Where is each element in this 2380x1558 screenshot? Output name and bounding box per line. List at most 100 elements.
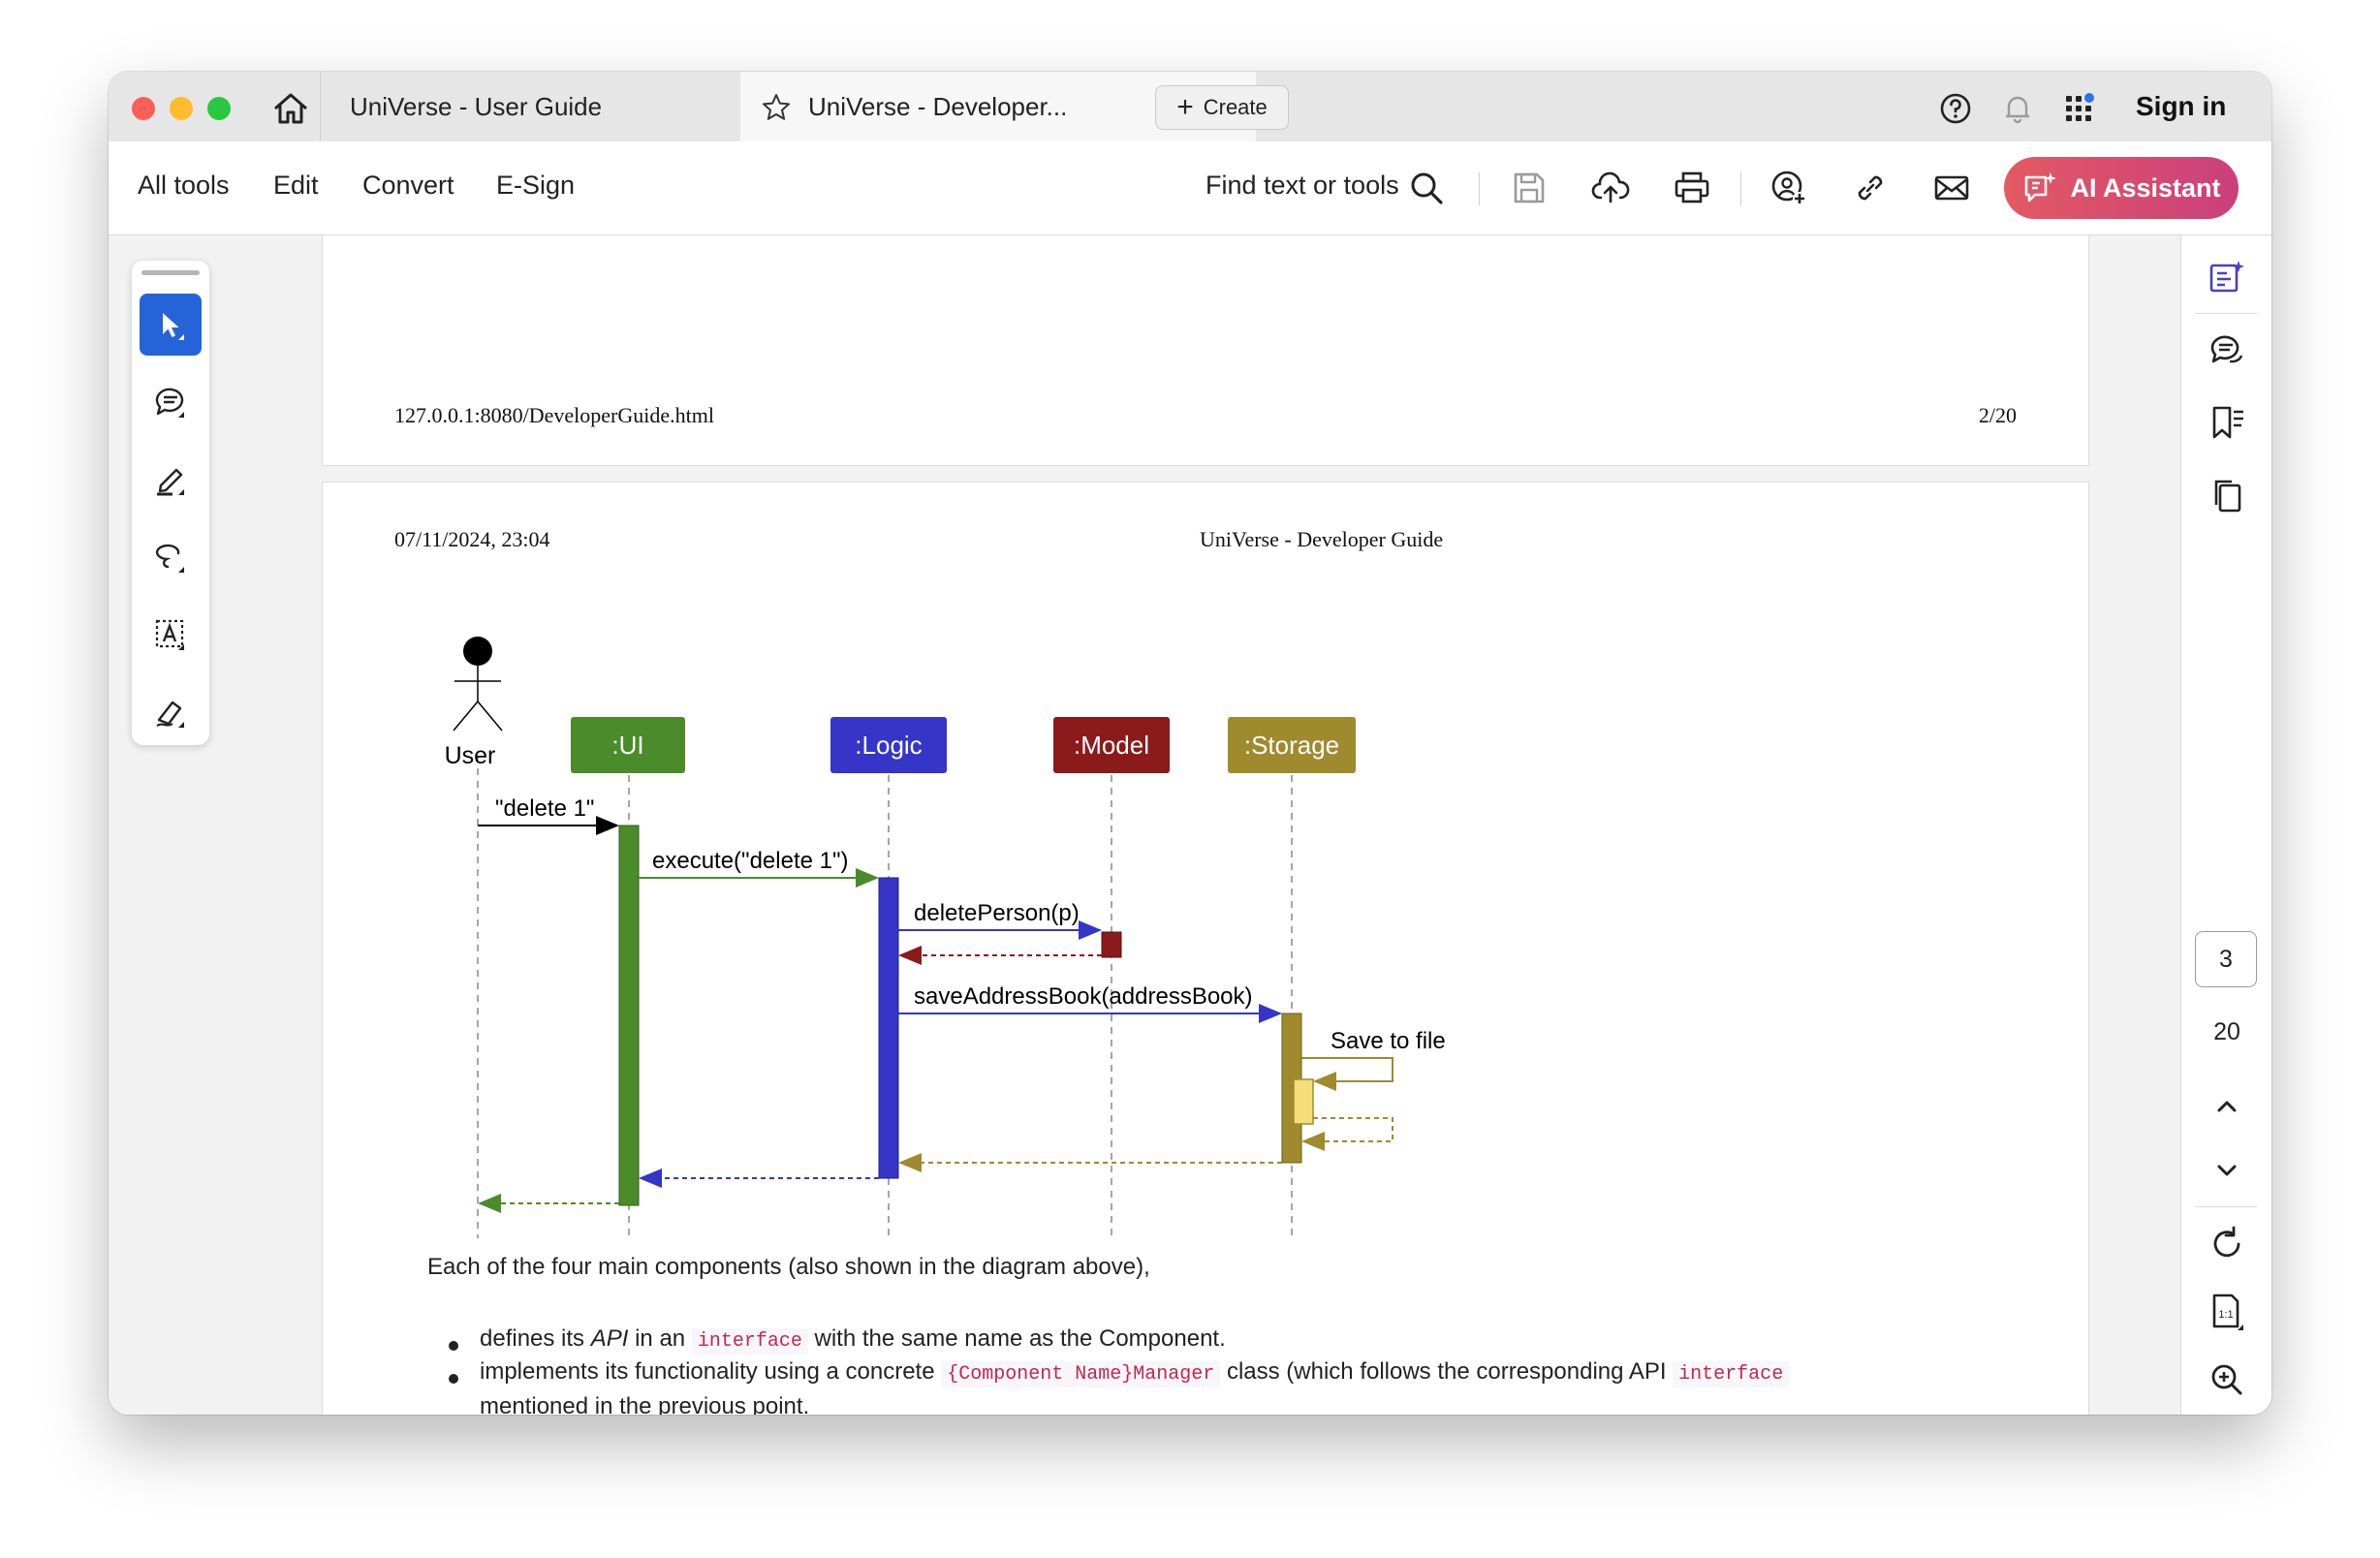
self-message-arrow (1301, 1057, 1394, 1091)
menu-convert[interactable]: Convert (362, 171, 454, 201)
rail-divider (2195, 1206, 2257, 1207)
activation-ui (618, 825, 640, 1206)
minimize-window-button[interactable] (170, 97, 193, 120)
sign-tool[interactable] (140, 681, 202, 743)
fit-page-icon[interactable]: 1:1 (2207, 1292, 2247, 1332)
home-icon[interactable] (271, 91, 310, 126)
participant-storage-label: :Storage (1244, 731, 1339, 760)
toolbar-divider (1740, 172, 1741, 205)
activation-logic (878, 877, 899, 1179)
close-window-button[interactable] (132, 97, 155, 120)
message-label: Save to file (1331, 1028, 1446, 1054)
ai-assistant-label: AI Assistant (2070, 172, 2221, 203)
sign-in-button[interactable]: Sign in (2136, 91, 2226, 122)
text-box-icon (155, 619, 184, 650)
find-text-or-tools[interactable]: Find text or tools (1206, 171, 1399, 201)
create-button[interactable]: + Create (1155, 85, 1289, 130)
bullet-dot (449, 1341, 458, 1351)
activation-storage-nested (1293, 1078, 1314, 1125)
share-user-icon[interactable] (1769, 169, 1808, 207)
message-label: "delete 1" (495, 795, 594, 822)
ai-summary-icon[interactable] (2207, 257, 2247, 297)
create-label: Create (1203, 95, 1268, 119)
inline-code: interface (1673, 1361, 1790, 1387)
apps-grid-icon[interactable] (2062, 91, 2097, 126)
menu-e-sign[interactable]: E-Sign (496, 171, 575, 201)
toolbar: All tools Edit Convert E-Sign Find text … (109, 141, 2271, 235)
zoom-in-icon[interactable] (2207, 1359, 2247, 1400)
toolbar-divider (1479, 172, 1480, 205)
text-run: defines its (480, 1325, 591, 1352)
bell-icon[interactable] (2000, 91, 2035, 126)
quick-tools-panel (132, 261, 209, 745)
plus-icon: + (1176, 91, 1194, 123)
print-icon[interactable] (1673, 169, 1711, 207)
participant-ui-label: :UI (611, 731, 643, 760)
drag-handle[interactable] (141, 270, 200, 275)
current-page-input[interactable]: 3 (2195, 931, 2257, 987)
text-run: in an (628, 1325, 692, 1352)
save-icon[interactable] (1510, 169, 1549, 207)
link-icon[interactable] (1851, 169, 1890, 207)
search-icon[interactable] (1407, 169, 1446, 207)
tab-label: UniVerse - Developer... (808, 91, 1068, 121)
message-label: saveAddressBook(addressBook) (914, 983, 1253, 1010)
select-tool[interactable] (140, 294, 202, 356)
highlight-tool[interactable] (140, 449, 202, 511)
document-viewer[interactable]: 127.0.0.1:8080/DeveloperGuide.html 2/20 … (109, 235, 2180, 1415)
comments-icon[interactable] (2207, 330, 2247, 371)
chevron-up-icon[interactable] (2207, 1086, 2247, 1127)
text-run: with the same name as the Component. (814, 1325, 1226, 1352)
lasso-tool[interactable] (140, 526, 202, 588)
bullet-dot (449, 1374, 458, 1384)
svg-text:1:1: 1:1 (2218, 1309, 2233, 1321)
rotate-icon[interactable] (2207, 1224, 2247, 1264)
activation-model (1101, 931, 1122, 958)
title-bar: UniVerse - User Guide UniVerse - Develop… (109, 72, 2271, 141)
inline-code: {Component Name}Manager (941, 1361, 1221, 1387)
text-run: class (which follows the corresponding A… (1226, 1358, 1674, 1385)
menu-edit[interactable]: Edit (273, 171, 319, 201)
api-term: API (590, 1325, 629, 1352)
comment-tool[interactable] (140, 371, 202, 433)
inline-code: interface (691, 1328, 808, 1355)
pen-highlight-icon (157, 468, 184, 496)
text-box-tool[interactable] (140, 604, 202, 666)
app-window: UniVerse - User Guide UniVerse - Develop… (109, 72, 2271, 1415)
participant-model-label: :Model (1074, 731, 1149, 760)
upload-cloud-icon[interactable] (1591, 169, 1630, 207)
rail-divider (2195, 313, 2257, 314)
star-icon[interactable] (762, 93, 791, 122)
bullet-item: implements its functionality using a con… (480, 1358, 1790, 1387)
page-footer-number: 2/20 (1978, 403, 2017, 427)
message-label: deletePerson(p) (914, 900, 1080, 926)
help-icon[interactable] (1938, 91, 1973, 126)
mail-icon[interactable] (1932, 169, 1971, 207)
self-return-arrow (1301, 1117, 1394, 1151)
page-footer-url: 127.0.0.1:8080/DeveloperGuide.html (394, 403, 714, 427)
message-label: execute("delete 1") (652, 848, 849, 874)
total-pages: 20 (2213, 1018, 2240, 1045)
chevron-down-icon[interactable] (2207, 1150, 2247, 1191)
right-rail: 3 20 1:1 (2180, 235, 2271, 1415)
bookmarks-icon[interactable] (2207, 402, 2247, 443)
cursor-icon (163, 313, 184, 340)
menu-all-tools[interactable]: All tools (138, 171, 230, 201)
sequence-diagram: User :UI :Logic :Model :Storage "delete (445, 637, 1446, 1238)
tab-label: UniVerse - User Guide (350, 91, 603, 121)
ai-assistant-icon (2025, 172, 2057, 203)
bullet-item: defines its API in an interface with the… (480, 1325, 1226, 1355)
pdf-page: 07/11/2024, 23:04 UniVerse - Developer G… (322, 482, 2089, 1415)
comment-icon (155, 388, 184, 418)
ai-assistant-button[interactable]: AI Assistant (2004, 157, 2239, 219)
signature-pen-icon (156, 701, 184, 728)
participant-logic-label: :Logic (855, 731, 922, 760)
intro-paragraph: Each of the four main components (also s… (427, 1254, 1150, 1280)
pages-thumbnail-icon[interactable] (2207, 476, 2247, 516)
pdf-page: 127.0.0.1:8080/DeveloperGuide.html 2/20 (322, 235, 2089, 466)
user-actor-icon (453, 637, 503, 732)
lasso-icon (155, 544, 184, 573)
actor-label: User (445, 742, 496, 769)
zoom-window-button[interactable] (207, 97, 231, 120)
bullet-item-continuation: mentioned in the previous point. (480, 1393, 810, 1415)
